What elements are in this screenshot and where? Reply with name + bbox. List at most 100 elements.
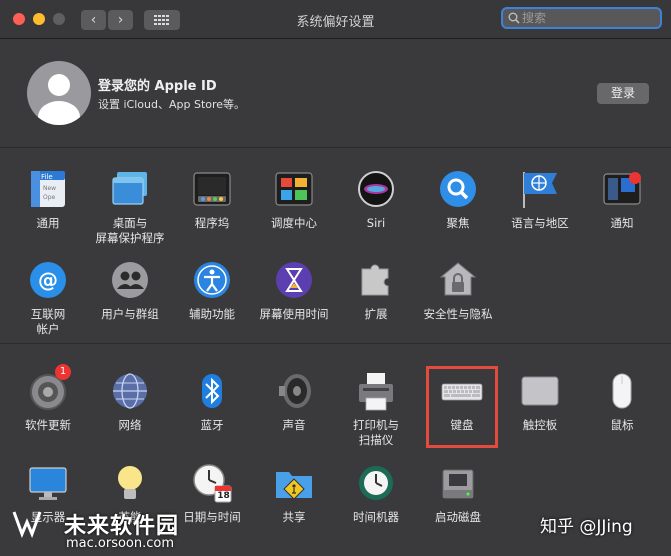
pref-label: 用户与群组 <box>101 307 159 321</box>
pref-label: 共享 <box>282 510 306 524</box>
extensions-icon <box>355 259 397 301</box>
accessibility-icon <box>191 259 233 301</box>
pref-label: 扩展 <box>364 307 388 321</box>
pref-bluetooth[interactable]: 蓝牙 <box>172 370 252 433</box>
pref-label: 软件更新 <box>25 418 71 432</box>
pref-label: 鼠标 <box>610 418 634 432</box>
svg-text:@: @ <box>38 268 58 292</box>
watermark-brand: 未来软件园 mac.orsoon.com <box>4 500 204 556</box>
startup-disk-icon <box>437 462 479 504</box>
users-groups-icon <box>109 259 151 301</box>
pref-mission-control[interactable]: 调度中心 <box>254 168 334 231</box>
avatar[interactable] <box>27 61 91 125</box>
pref-security-privacy[interactable]: 安全性与隐私 <box>418 259 498 322</box>
pref-label: 通用 <box>36 216 60 230</box>
pref-label: 通知 <box>610 216 634 230</box>
energy-saver-icon <box>109 462 151 504</box>
chevron-right-icon: › <box>117 12 124 28</box>
svg-text:File: File <box>41 173 53 181</box>
pref-label: 屏幕使用时间 <box>259 307 329 321</box>
displays-icon <box>27 462 69 504</box>
sharing-icon <box>273 462 315 504</box>
trackpad-icon <box>519 370 561 412</box>
forward-button[interactable]: › <box>108 10 133 30</box>
pref-label: 启动磁盘 <box>435 510 481 524</box>
pref-users-groups[interactable]: 用户与群组 <box>90 259 170 322</box>
close-window-button[interactable] <box>13 13 25 25</box>
pref-label: 辅助功能 <box>189 307 235 321</box>
pref-trackpad[interactable]: 触控板 <box>500 370 580 433</box>
search-input[interactable] <box>522 10 654 26</box>
svg-text:Ope: Ope <box>43 194 56 201</box>
pref-software-update[interactable]: 1 软件更新 <box>8 364 88 433</box>
pref-accessibility[interactable]: 辅助功能 <box>172 259 252 322</box>
user-silhouette-icon <box>38 74 80 125</box>
language-region-icon <box>519 168 561 210</box>
pref-label: 语言与地区 <box>511 216 569 230</box>
internet-accounts-icon: @ <box>27 259 69 301</box>
pref-label: 程序坞 <box>194 216 230 230</box>
pref-extensions[interactable]: 扩展 <box>336 259 416 322</box>
pref-label: Siri <box>366 216 386 230</box>
pref-startup-disk[interactable]: 启动磁盘 <box>418 462 498 525</box>
security-privacy-icon <box>437 259 479 301</box>
pref-mouse[interactable]: 鼠标 <box>582 370 662 433</box>
pref-label: 蓝牙 <box>200 418 224 432</box>
apple-id-title: 登录您的 Apple ID <box>98 79 217 94</box>
pref-label: 互联网 帐户 <box>30 307 66 336</box>
search-field[interactable] <box>501 7 662 29</box>
grid-icon <box>154 15 169 25</box>
siri-icon <box>355 168 397 210</box>
watermark-url: mac.orsoon.com <box>66 536 175 551</box>
network-icon <box>109 370 151 412</box>
show-all-button[interactable] <box>144 10 180 30</box>
zoom-window-button[interactable] <box>53 13 65 25</box>
spotlight-icon <box>437 168 479 210</box>
login-button[interactable]: 登录 <box>597 83 649 104</box>
pref-sound[interactable]: 声音 <box>254 370 334 433</box>
pref-siri[interactable]: Siri <box>336 168 416 231</box>
title-bar: ‹ › 系统偏好设置 <box>0 0 671 39</box>
pref-label: 安全性与隐私 <box>423 307 493 321</box>
pref-label: 聚焦 <box>446 216 470 230</box>
pref-label: 调度中心 <box>271 216 317 230</box>
brand-logo-icon <box>12 511 42 539</box>
pref-label: 打印机与 扫描仪 <box>353 418 399 447</box>
search-icon <box>508 12 520 24</box>
pref-language-region[interactable]: 语言与地区 <box>500 168 580 231</box>
sound-icon <box>273 370 315 412</box>
pref-spotlight[interactable]: 聚焦 <box>418 168 498 231</box>
notifications-icon <box>601 168 643 210</box>
date-time-icon: 18 <box>191 462 233 504</box>
pref-desktop-screensaver[interactable]: 桌面与 屏幕保护程序 <box>90 168 170 246</box>
desktop-icon <box>109 168 151 210</box>
pref-screen-time[interactable]: 屏幕使用时间 <box>254 259 334 322</box>
mouse-icon <box>601 370 643 412</box>
screen-time-icon <box>273 259 315 301</box>
svg-text:New: New <box>43 185 56 192</box>
calendar-day: 18 <box>217 491 230 501</box>
pref-dock[interactable]: 程序坞 <box>172 168 252 231</box>
pref-general[interactable]: File New Ope 通用 <box>8 168 88 231</box>
pref-internet-accounts[interactable]: @ 互联网 帐户 <box>8 259 88 337</box>
pref-label: 桌面与 屏幕保护程序 <box>95 216 165 245</box>
software-update-icon: 1 <box>27 364 71 412</box>
pref-label: 网络 <box>118 418 142 432</box>
bluetooth-icon <box>191 370 233 412</box>
keyboard-highlight-box <box>426 366 498 448</box>
minimize-window-button[interactable] <box>33 13 45 25</box>
preferences-section-personal: File New Ope 通用 桌面与 屏幕保护程序 程序坞 调度中心 Siri 聚… <box>0 148 671 344</box>
pref-notifications[interactable]: 通知 <box>582 168 662 231</box>
pref-printers-scanners[interactable]: 打印机与 扫描仪 <box>336 370 416 448</box>
chevron-left-icon: ‹ <box>90 12 97 28</box>
pref-label: 声音 <box>282 418 306 432</box>
pref-time-machine[interactable]: 时间机器 <box>336 462 416 525</box>
apple-id-subtitle: 设置 iCloud、App Store等。 <box>98 98 246 111</box>
dock-icon <box>191 168 233 210</box>
pref-sharing[interactable]: 共享 <box>254 462 334 525</box>
window-title: 系统偏好设置 <box>296 15 375 30</box>
back-button[interactable]: ‹ <box>81 10 106 30</box>
pref-network[interactable]: 网络 <box>90 370 170 433</box>
pref-label: 触控板 <box>522 418 558 432</box>
update-badge: 1 <box>55 364 71 380</box>
